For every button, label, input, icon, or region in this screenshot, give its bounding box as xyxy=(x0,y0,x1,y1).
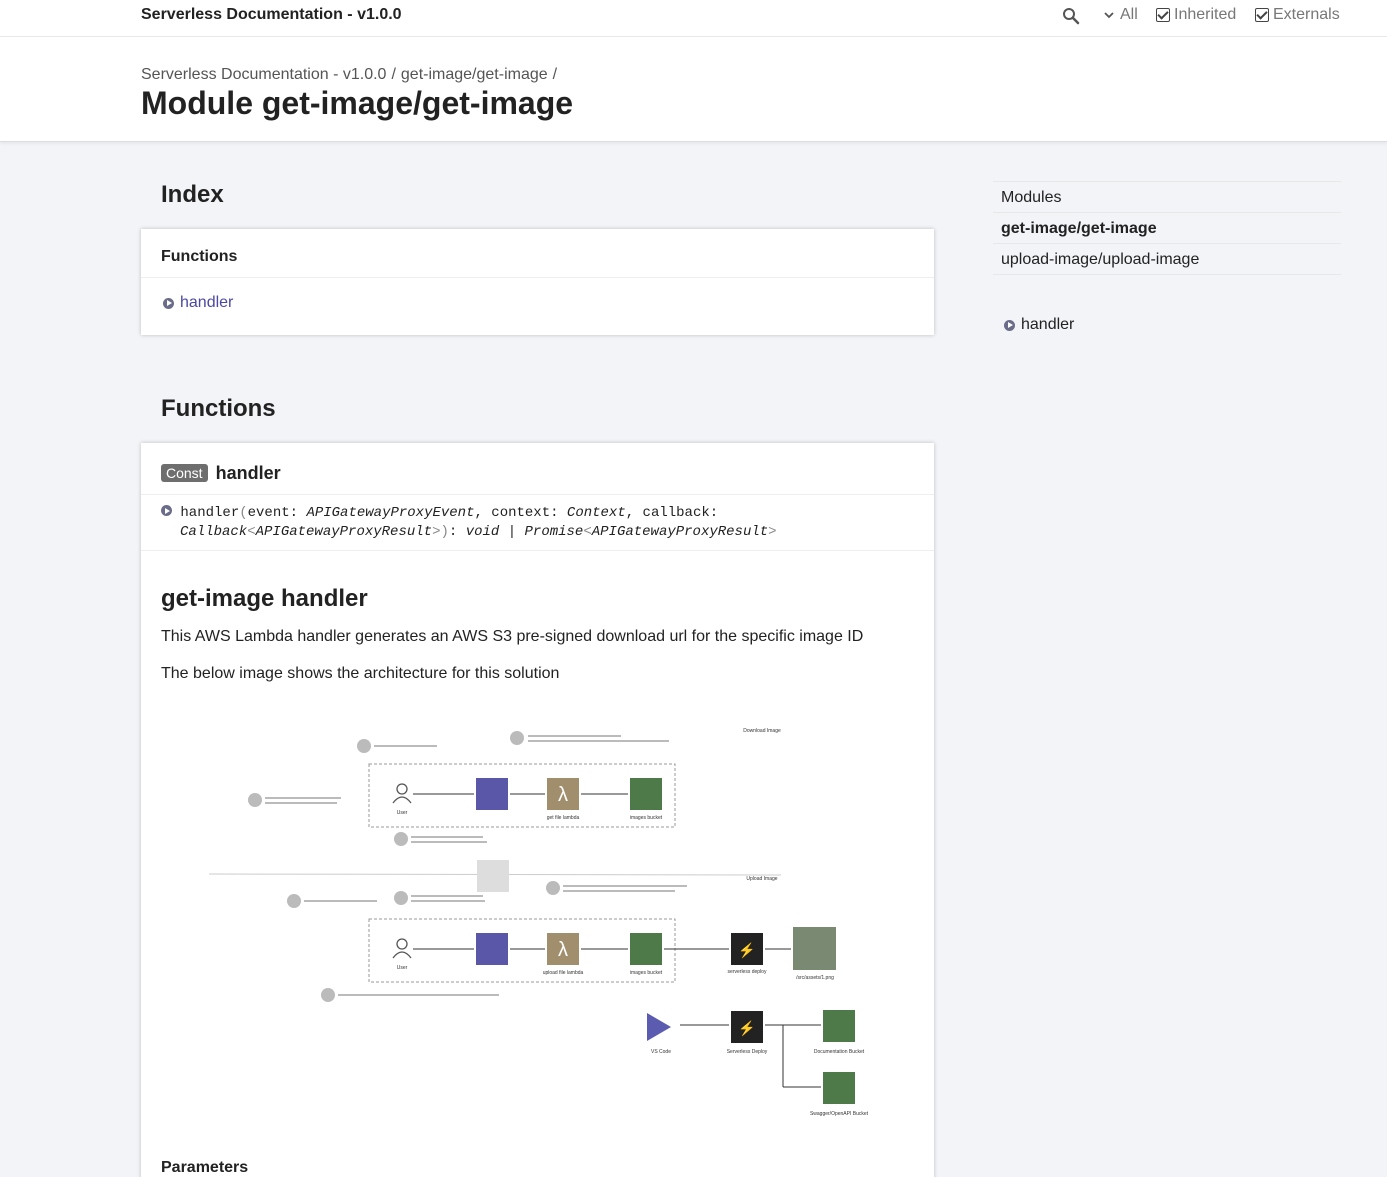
breadcrumb: Serverless Documentation - v1.0.0 / get-… xyxy=(141,66,557,84)
function-icon xyxy=(163,297,174,309)
sidebar-sub-item-handler[interactable]: handler xyxy=(1004,316,1074,334)
diagram-label: upload file lambda xyxy=(543,970,584,976)
diagram-label: Documentation Bucket xyxy=(814,1049,865,1055)
index-item-label: handler xyxy=(180,294,234,311)
diagram-label: images bucket xyxy=(630,815,663,821)
diagram-label: User xyxy=(397,810,408,816)
diagram-label: Swagger/OpenAPI Bucket xyxy=(810,1111,869,1117)
parameters-heading: Parameters xyxy=(161,1159,249,1176)
function-header: Const handler xyxy=(141,443,934,495)
diagram-label: User xyxy=(397,965,408,971)
doc-paragraph: This AWS Lambda handler generates an AWS… xyxy=(161,628,864,645)
signature-row: handler(event: APIGatewayProxyEvent, con… xyxy=(141,495,934,551)
sidebar-sub-item-label: handler xyxy=(1021,316,1075,333)
filter-all-dropdown[interactable]: All xyxy=(1102,6,1138,24)
svg-text:λ: λ xyxy=(558,939,568,961)
architecture-diagram: λ λ ⚡ ⚡ Download Image Upload Image User… xyxy=(208,728,869,1117)
diagram-label: get file lambda xyxy=(547,815,580,821)
function-signature: handler(event: APIGatewayProxyEvent, con… xyxy=(161,504,777,542)
page-title: Module get-image/get-image xyxy=(141,85,574,121)
chevron-down-icon xyxy=(1104,12,1114,19)
diagram-label: VS Code xyxy=(651,1049,671,1055)
index-panel-title: Functions xyxy=(141,229,934,278)
diagram-label: /src/assets/1.png xyxy=(796,975,834,981)
index-item-handler[interactable]: handler xyxy=(163,294,233,312)
breadcrumb-item-home[interactable]: Serverless Documentation - v1.0.0 xyxy=(141,66,386,84)
breadcrumb-separator: / xyxy=(552,66,558,83)
filter-externals-checkbox[interactable]: Externals xyxy=(1255,6,1340,24)
checkbox-checked-icon xyxy=(1156,8,1170,22)
sidebar-item-modules[interactable]: Modules xyxy=(993,182,1341,213)
function-name: handler xyxy=(215,463,281,483)
filter-inherited-label: Inherited xyxy=(1174,6,1237,23)
filter-externals-label: Externals xyxy=(1273,6,1340,23)
diagram-label: Download Image xyxy=(743,728,781,734)
doc-heading: get-image handler xyxy=(161,585,368,612)
diagram-label: images bucket xyxy=(630,970,663,976)
breadcrumb-separator: / xyxy=(391,66,396,83)
site-title[interactable]: Serverless Documentation - v1.0.0 xyxy=(141,6,402,24)
diagram-label: Upload Image xyxy=(746,876,777,882)
functions-title: Functions xyxy=(161,395,276,422)
svg-text:⚡: ⚡ xyxy=(738,942,755,959)
const-badge: Const xyxy=(161,464,208,482)
search-icon[interactable] xyxy=(1062,7,1080,25)
checkbox-checked-icon xyxy=(1255,8,1269,22)
filter-inherited-checkbox[interactable]: Inherited xyxy=(1156,6,1236,24)
function-panel: Const handler handler(event: APIGatewayP… xyxy=(141,443,934,1177)
function-icon xyxy=(1004,319,1015,331)
doc-paragraph: The below image shows the architecture f… xyxy=(161,665,560,682)
sidebar-item-upload-image[interactable]: upload-image/upload-image xyxy=(993,244,1341,275)
function-icon xyxy=(161,505,172,517)
svg-text:⚡: ⚡ xyxy=(738,1020,755,1037)
diagram-label: Serverless Deploy xyxy=(727,1049,768,1055)
index-title: Index xyxy=(161,181,224,208)
toolbar: Serverless Documentation - v1.0.0 All In… xyxy=(0,0,1387,37)
breadcrumb-item-module[interactable]: get-image/get-image xyxy=(401,66,548,84)
page-header: Serverless Documentation - v1.0.0 / get-… xyxy=(0,37,1387,142)
filter-all-label: All xyxy=(1120,6,1138,23)
sidebar-item-get-image[interactable]: get-image/get-image xyxy=(993,213,1341,244)
diagram-label: serverless deploy xyxy=(728,969,767,975)
svg-text:λ: λ xyxy=(558,784,568,806)
index-panel: Functions handler xyxy=(141,229,934,335)
